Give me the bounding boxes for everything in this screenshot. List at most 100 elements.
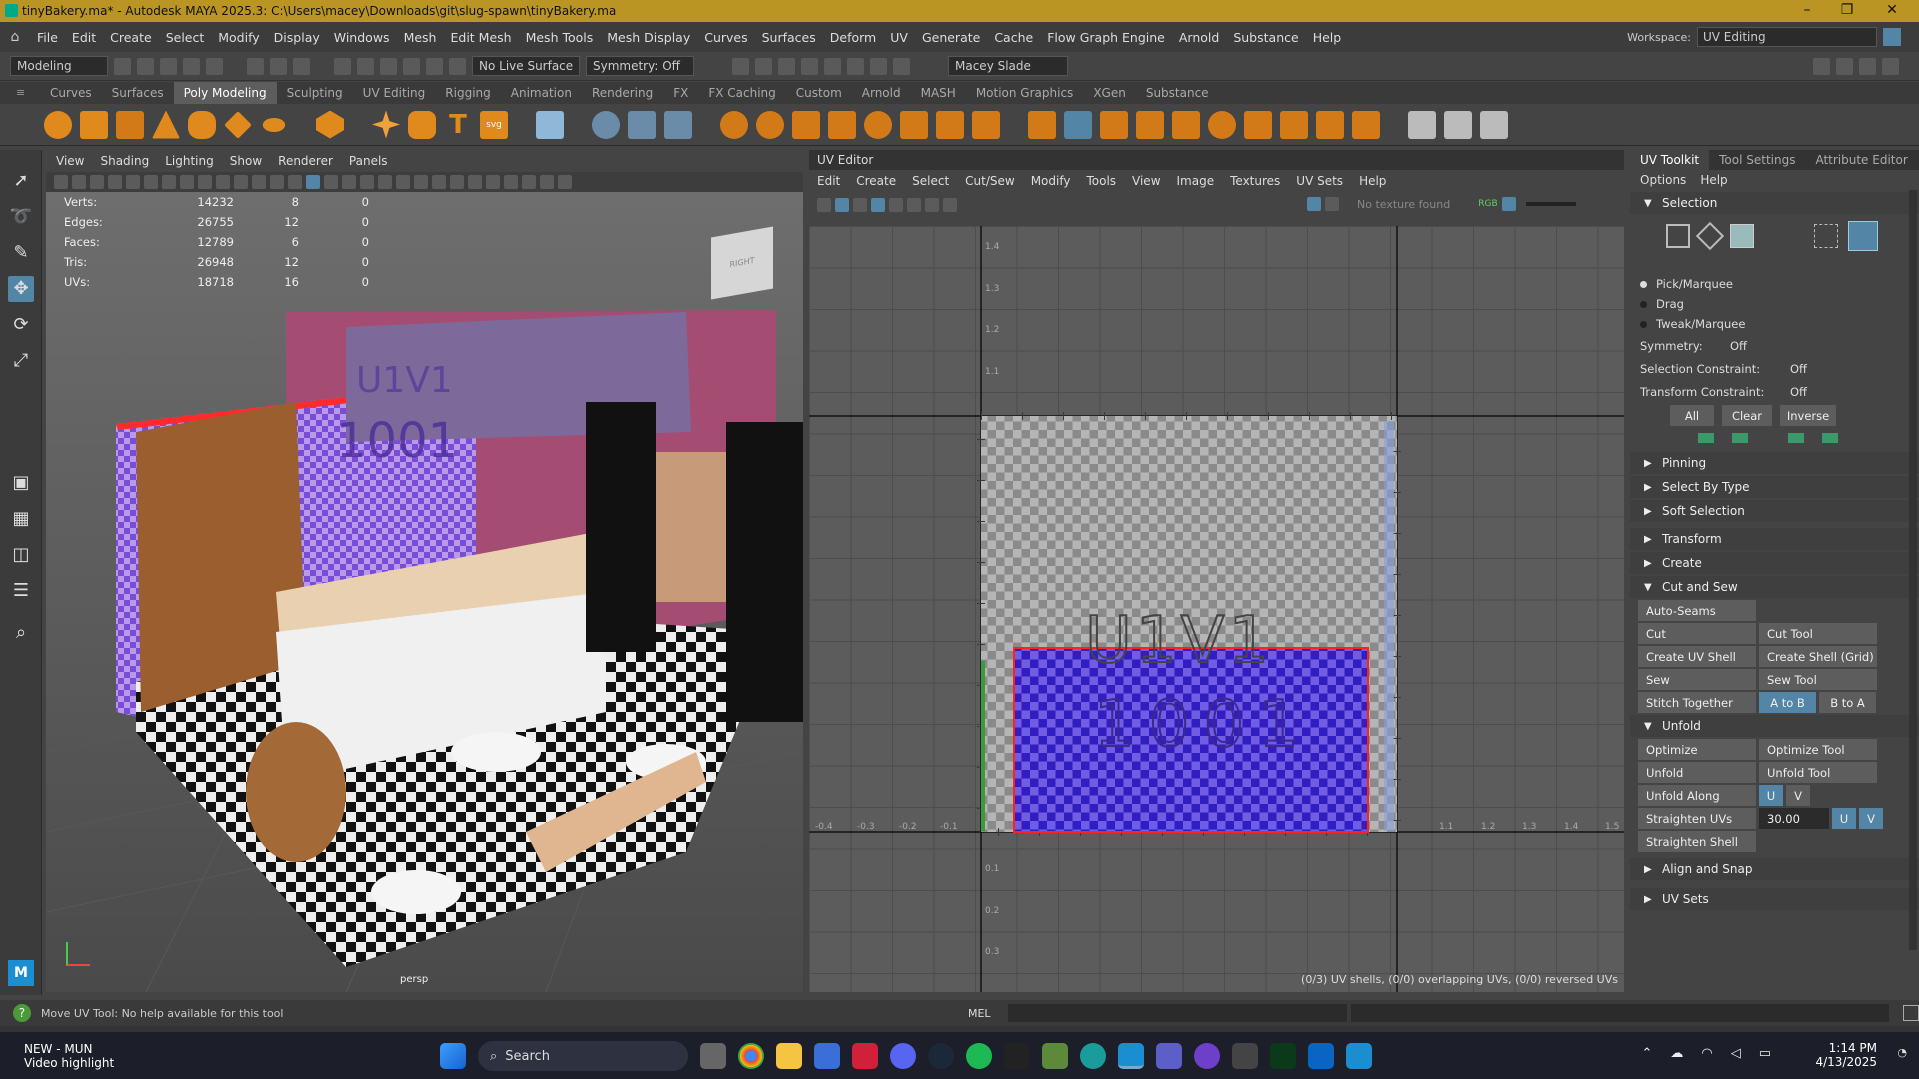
film-gate-icon[interactable] xyxy=(180,175,194,189)
file-explorer-icon[interactable] xyxy=(776,1043,802,1069)
rotate-tool-icon[interactable]: ⟳ xyxy=(8,312,34,338)
lock-icon[interactable] xyxy=(1883,28,1901,46)
select-hierarchy-icon[interactable] xyxy=(247,57,264,75)
field-chart-icon[interactable] xyxy=(234,175,248,189)
chevron-up-icon[interactable]: ⌃ xyxy=(1641,1046,1652,1061)
section-select-by-type[interactable]: ▶ Select By Type xyxy=(1630,476,1919,498)
menu-mesh-tools[interactable]: Mesh Tools xyxy=(519,30,601,45)
menu-set-dropdown[interactable]: Modeling xyxy=(10,56,108,76)
cut-button[interactable]: Cut xyxy=(1638,623,1756,644)
shelf-tab-xgen[interactable]: XGen xyxy=(1083,86,1136,100)
unfold-along-button[interactable]: Unfold Along xyxy=(1638,785,1756,806)
radio-pick-marquee[interactable]: Pick/Marquee xyxy=(1630,274,1919,294)
multi-cut-icon[interactable] xyxy=(1408,110,1436,139)
safe-action-icon[interactable] xyxy=(252,175,266,189)
insert-edge-loop-icon[interactable] xyxy=(1444,110,1472,139)
screen-space-ao-icon[interactable] xyxy=(396,175,410,189)
combine-icon[interactable] xyxy=(720,110,748,139)
tab-attribute-editor[interactable]: Attribute Editor xyxy=(1805,150,1917,170)
symmetry-dropdown[interactable]: Off xyxy=(1730,339,1747,353)
uv-checker-options-icon[interactable] xyxy=(1325,197,1339,211)
cut-tool-button[interactable]: Cut Tool xyxy=(1759,623,1877,644)
playblast-icon[interactable] xyxy=(870,57,887,75)
poly-plane-icon[interactable] xyxy=(224,110,252,139)
adobe-app-icon[interactable] xyxy=(852,1043,878,1069)
section-cut-and-sew[interactable]: ▼ Cut and Sew xyxy=(1630,576,1919,598)
isolate-select-icon[interactable] xyxy=(468,175,482,189)
windows-start-icon[interactable] xyxy=(440,1043,466,1069)
uv-menu-image[interactable]: Image xyxy=(1177,174,1215,188)
viewport-menu-panels[interactable]: Panels xyxy=(349,154,388,168)
steam-icon[interactable] xyxy=(928,1043,954,1069)
uv-checker-icon[interactable] xyxy=(1307,197,1321,211)
live-surface-field[interactable]: No Live Surface xyxy=(472,56,580,76)
shelf-tab-surfaces[interactable]: Surfaces xyxy=(102,86,174,100)
smooth-shade-icon[interactable] xyxy=(306,175,320,189)
uv-image-icon[interactable] xyxy=(853,198,867,212)
menu-deform[interactable]: Deform xyxy=(823,30,883,45)
render-frame-icon[interactable] xyxy=(755,57,772,75)
microsoft-store-icon[interactable] xyxy=(814,1043,840,1069)
select-clear-button[interactable]: Clear xyxy=(1722,405,1772,426)
menu-substance[interactable]: Substance xyxy=(1226,30,1305,45)
search-box[interactable]: ⌕ Search xyxy=(478,1041,688,1071)
outliner-table-icon[interactable] xyxy=(536,110,564,139)
shelf-tab-rendering[interactable]: Rendering xyxy=(582,86,663,100)
shelf-tab-substance[interactable]: Substance xyxy=(1136,86,1219,100)
section-soft-selection[interactable]: ▶ Soft Selection xyxy=(1630,500,1919,522)
select-border-icon[interactable] xyxy=(1788,433,1804,443)
resolution-gate-icon[interactable] xyxy=(198,175,212,189)
section-pinning[interactable]: ▶ Pinning xyxy=(1630,452,1919,474)
uv-menu-edit[interactable]: Edit xyxy=(817,174,840,188)
open-scene-icon[interactable] xyxy=(137,57,154,75)
offset-edge-loop-icon[interactable] xyxy=(1480,110,1508,139)
create-uv-shell-button[interactable]: Create UV Shell xyxy=(1638,646,1756,667)
viewport-menu-view[interactable]: View xyxy=(56,154,84,168)
shelf-menu-icon[interactable]: ≡ xyxy=(16,86,25,99)
hypershade-icon[interactable] xyxy=(824,57,841,75)
uv-menu-view[interactable]: View xyxy=(1132,174,1160,188)
task-view-icon[interactable] xyxy=(700,1043,726,1069)
spotify-icon[interactable] xyxy=(966,1043,992,1069)
shadows-icon[interactable] xyxy=(378,175,392,189)
straighten-u-toggle[interactable]: U xyxy=(1832,808,1856,829)
uv-texture-toggle-icon[interactable] xyxy=(835,198,849,212)
restore-icon[interactable]: ❐ xyxy=(1827,0,1867,22)
anti-aliasing-icon[interactable] xyxy=(432,175,446,189)
poly-cone-icon[interactable] xyxy=(152,110,180,139)
viewport-menu-shading[interactable]: Shading xyxy=(100,154,149,168)
two-panel-layout-icon[interactable]: ◫ xyxy=(8,542,34,568)
uv-snapshot-icon[interactable] xyxy=(943,198,957,212)
grease-pencil-icon[interactable] xyxy=(144,175,158,189)
shelf-tab-fx-caching[interactable]: FX Caching xyxy=(698,86,785,100)
booleans-icon[interactable] xyxy=(828,110,856,139)
scene-view[interactable]: Verts: 14232 8 0 Edges: 26755 12 0 Faces: 12789… xyxy=(46,192,803,992)
menu-cache[interactable]: Cache xyxy=(987,30,1040,45)
face-mode-icon[interactable] xyxy=(1730,224,1754,248)
exposure-slider[interactable] xyxy=(1525,202,1576,206)
wedge-icon[interactable] xyxy=(1352,110,1380,139)
modeling-toolkit-icon[interactable] xyxy=(1813,58,1830,75)
poly-cube-icon[interactable] xyxy=(80,110,108,139)
shelf-tab-custom[interactable]: Custom xyxy=(786,86,852,100)
duplicate-face-icon[interactable] xyxy=(1280,110,1308,139)
create-shell-grid-button[interactable]: Create Shell (Grid) xyxy=(1759,646,1877,667)
viewport-menu-renderer[interactable]: Renderer xyxy=(278,154,333,168)
uv-shell-mode-icon[interactable] xyxy=(1848,221,1878,251)
maya-taskbar-icon[interactable] xyxy=(1118,1043,1144,1069)
snap-view-icon[interactable] xyxy=(403,57,420,75)
section-uv-sets[interactable]: ▶ UV Sets xyxy=(1630,888,1919,910)
thin-uv-shell[interactable] xyxy=(1384,421,1394,831)
straighten-v-toggle[interactable]: V xyxy=(1859,808,1883,829)
menu-mesh-display[interactable]: Mesh Display xyxy=(600,30,697,45)
rgb-channel-toggle[interactable]: RGB xyxy=(1478,199,1497,209)
uv-menu-help[interactable]: Help xyxy=(1359,174,1386,188)
color-management-icon[interactable] xyxy=(558,175,572,189)
github-desktop-icon[interactable] xyxy=(1194,1043,1220,1069)
wireframe-icon[interactable] xyxy=(288,175,302,189)
section-unfold[interactable]: ▼ Unfold xyxy=(1630,715,1919,737)
gate-mask-icon[interactable] xyxy=(216,175,230,189)
shelf-tab-poly-modeling[interactable]: Poly Modeling xyxy=(173,82,277,104)
wireframe-on-shaded-icon[interactable] xyxy=(324,175,338,189)
vertex-mode-icon[interactable] xyxy=(1666,224,1690,248)
